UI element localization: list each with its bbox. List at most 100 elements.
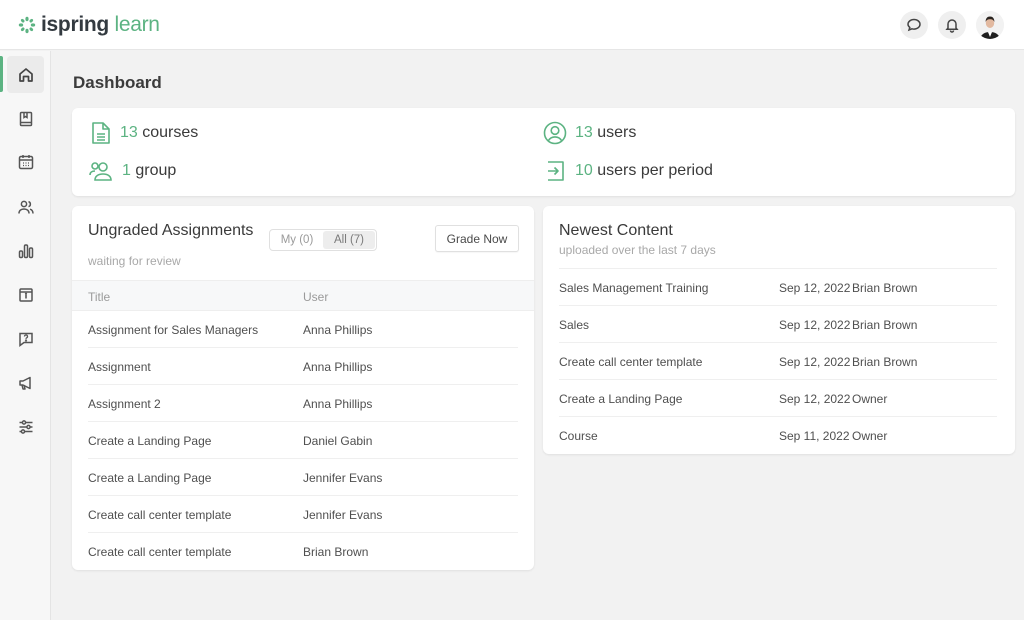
newest-subtitle: uploaded over the last 7 days: [559, 243, 716, 257]
content-title: Sales: [559, 318, 590, 332]
content-date: Sep 12, 2022: [779, 318, 851, 332]
stat-users-per-period[interactable]: 10 users per period: [545, 160, 713, 182]
sidebar-item-catalog[interactable]: [7, 276, 44, 313]
groups-label: group: [135, 162, 177, 179]
content-date: Sep 12, 2022: [779, 355, 851, 369]
list-item[interactable]: Sales Sep 12, 2022 Brian Brown: [559, 305, 997, 342]
calendar-icon: [18, 154, 33, 169]
content-title: Sales Management Training: [559, 281, 709, 295]
sidebar-item-users[interactable]: [7, 188, 44, 225]
content-date: Sep 12, 2022: [779, 281, 851, 295]
content-title: Create call center template: [559, 355, 703, 369]
assignment-title: Create call center template: [88, 508, 232, 522]
logo[interactable]: ispring learn: [18, 13, 160, 37]
user-avatar[interactable]: [976, 10, 1004, 39]
table-row[interactable]: Assignment for Sales Managers Anna Phill…: [88, 311, 518, 348]
notifications-button[interactable]: [938, 10, 966, 39]
content-date: Sep 12, 2022: [779, 392, 851, 406]
assignment-user: Jennifer Evans: [303, 471, 383, 485]
assignment-user: Anna Phillips: [303, 323, 373, 337]
courses-label: courses: [142, 124, 199, 141]
assignment-user: Anna Phillips: [303, 397, 373, 411]
content-author: Owner: [852, 392, 888, 406]
chat-icon: [907, 18, 921, 31]
table-row[interactable]: Create call center template Brian Brown: [88, 533, 518, 570]
groups-count: 1: [122, 162, 131, 179]
sliders-icon: [19, 419, 32, 434]
users-per-period-count: 10: [575, 162, 593, 179]
ungraded-subtitle: waiting for review: [88, 254, 181, 268]
info-catalog-icon: [18, 287, 33, 302]
bell-icon: [945, 18, 959, 33]
assignment-title: Create a Landing Page: [88, 471, 212, 485]
table-row[interactable]: Create a Landing Page Daniel Gabin: [88, 422, 518, 459]
assignment-title: Assignment 2: [88, 397, 161, 411]
table-row[interactable]: Assignment 2 Anna Phillips: [88, 385, 518, 422]
top-bar: ispring learn: [0, 0, 1024, 50]
home-icon: [18, 67, 33, 82]
sidebar: [0, 51, 51, 620]
logo-text: ispring learn: [41, 13, 160, 37]
document-icon: [92, 122, 110, 144]
users-label: users: [597, 124, 637, 141]
table-row[interactable]: Assignment Anna Phillips: [88, 348, 518, 385]
table-row[interactable]: Create a Landing Page Jennifer Evans: [88, 459, 518, 496]
user-circle-icon: [543, 121, 567, 145]
assignment-filter: My (0) All (7): [269, 229, 377, 251]
ungraded-assignments-card: Ungraded Assignments waiting for review …: [72, 206, 534, 570]
assignment-user: Jennifer Evans: [303, 508, 383, 522]
filter-my[interactable]: My (0): [271, 231, 323, 249]
sidebar-item-courses[interactable]: [7, 100, 44, 137]
courses-count: 13: [120, 124, 138, 141]
assignment-user: Daniel Gabin: [303, 434, 373, 448]
book-icon: [19, 111, 32, 126]
assignment-title: Assignment for Sales Managers: [88, 323, 259, 337]
table-row[interactable]: Create call center template Jennifer Eva…: [88, 496, 518, 533]
sidebar-item-reports[interactable]: [7, 232, 44, 269]
content-author: Brian Brown: [852, 318, 918, 332]
question-chat-icon: [18, 332, 33, 347]
assignment-title: Create call center template: [88, 545, 232, 559]
sidebar-item-calendar[interactable]: [7, 143, 44, 180]
content-date: Sep 11, 2022: [779, 429, 850, 443]
sign-in-icon: [548, 161, 564, 181]
content-author: Brian Brown: [852, 355, 918, 369]
stats-card: 13 courses 1 group 13 users 10 users per…: [72, 108, 1015, 196]
stat-courses[interactable]: 13 courses: [90, 121, 198, 145]
megaphone-icon: [18, 376, 31, 390]
stat-users[interactable]: 13 users: [543, 121, 636, 145]
logo-icon: [18, 16, 36, 33]
content-title: Course: [559, 429, 598, 443]
brand-name: ispring: [41, 12, 109, 36]
list-item[interactable]: Create call center template Sep 12, 2022…: [559, 342, 997, 379]
page-title: Dashboard: [73, 73, 162, 92]
chat-button[interactable]: [900, 10, 928, 39]
content-author: Brian Brown: [852, 281, 918, 295]
users-per-period-label: users per period: [597, 162, 713, 179]
table-header: Title User: [72, 280, 534, 311]
stat-groups[interactable]: 1 group: [88, 160, 176, 182]
active-indicator: [0, 56, 3, 92]
grade-now-button[interactable]: Grade Now: [435, 225, 519, 252]
bar-chart-icon: [18, 243, 33, 258]
assignment-user: Brian Brown: [303, 545, 369, 559]
content-author: Owner: [852, 429, 888, 443]
sidebar-item-questions[interactable]: [7, 320, 44, 357]
group-icon: [89, 162, 112, 181]
column-title[interactable]: Title: [88, 290, 110, 304]
users-count: 13: [575, 124, 593, 141]
list-item[interactable]: Create a Landing Page Sep 12, 2022 Owner: [559, 379, 997, 416]
product-name: learn: [114, 12, 160, 36]
assignment-user: Anna Phillips: [303, 360, 373, 374]
list-item[interactable]: Sales Management Training Sep 12, 2022 B…: [559, 268, 997, 305]
newest-content-card: Newest Content uploaded over the last 7 …: [543, 206, 1015, 454]
list-item[interactable]: Course Sep 11, 2022 Owner: [559, 416, 997, 453]
column-user[interactable]: User: [303, 290, 328, 304]
filter-all[interactable]: All (7): [323, 231, 375, 249]
users-icon: [17, 200, 34, 214]
ungraded-title: Ungraded Assignments: [88, 222, 254, 239]
sidebar-item-settings[interactable]: [7, 408, 44, 445]
assignment-title: Create a Landing Page: [88, 434, 212, 448]
sidebar-item-home[interactable]: [7, 56, 44, 93]
sidebar-item-announcements[interactable]: [7, 364, 44, 401]
